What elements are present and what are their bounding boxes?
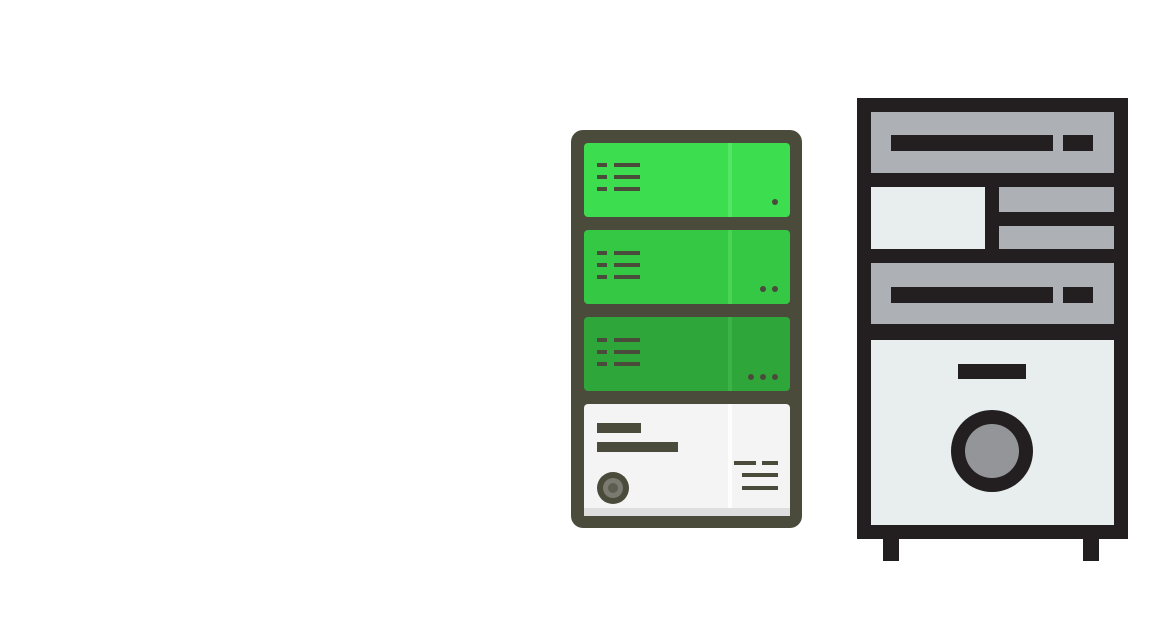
label-bar [597, 442, 678, 452]
tower-foot-left [883, 536, 899, 561]
optical-drive-bay-1 [871, 112, 1114, 173]
power-button-icon [597, 472, 629, 504]
status-led-icon [772, 199, 778, 205]
label-bar [597, 423, 641, 433]
label-bar [958, 364, 1026, 379]
front-panel [584, 404, 790, 516]
gray-desktop-tower-icon [857, 98, 1128, 561]
power-button-icon [951, 410, 1033, 492]
drive-bay-3 [584, 317, 790, 391]
green-server-rack-icon [571, 130, 802, 528]
optical-drive-bay-2 [871, 263, 1114, 324]
tower-foot-right [1083, 536, 1099, 561]
drive-bay-1 [584, 143, 790, 217]
servers-illustration [571, 98, 1128, 561]
lower-panel [871, 340, 1114, 525]
drive-bay-2 [584, 230, 790, 304]
status-led-icon [748, 374, 778, 380]
illustration-canvas [0, 0, 1158, 621]
